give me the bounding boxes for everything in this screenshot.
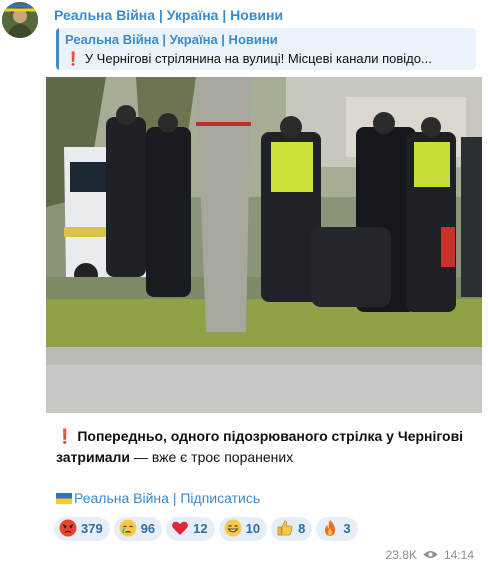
reaction-grinning[interactable]: 10 <box>218 517 268 541</box>
reaction-angry[interactable]: 379 <box>54 517 110 541</box>
thumbs-up-icon <box>277 520 293 536</box>
reply-text: ❗ У Чернігові стрілянина на вулиці! Місц… <box>65 51 471 67</box>
reaction-count: 379 <box>81 521 103 536</box>
channel-avatar[interactable] <box>2 2 38 38</box>
post-text: ❗ Попередньо, одного підозрюваного стріл… <box>56 426 466 468</box>
message-time: 14:14 <box>443 548 474 562</box>
heart-icon <box>172 521 189 535</box>
message-bubble: Реальна Війна | Україна | Новини Реальна… <box>46 0 482 566</box>
reaction-crying[interactable]: 96 <box>113 517 163 541</box>
reaction-count: 96 <box>140 521 156 536</box>
grinning-face-icon <box>224 519 242 537</box>
eye-icon <box>423 551 438 558</box>
reactions-bar: 379 96 12 10 8 3 <box>54 517 362 543</box>
view-count: 23.8K <box>385 548 417 562</box>
exclamation-icon: ❗ <box>65 51 82 66</box>
ukraine-flag-icon <box>56 493 72 504</box>
soldier-avatar-icon <box>2 2 38 38</box>
reply-snippet: У Чернігові стрілянина на вулиці! Місцев… <box>84 51 432 66</box>
angry-face-icon <box>59 519 77 537</box>
post-photo[interactable] <box>46 77 482 413</box>
police-scene-photo <box>46 77 482 413</box>
reaction-count: 12 <box>193 521 208 536</box>
post-text-rest: — вже є троє поранених <box>130 449 294 465</box>
exclamation-icon: ❗ <box>56 428 74 444</box>
message-meta: 23.8K 14:14 <box>386 548 474 562</box>
reply-channel-name: Реальна Війна | Україна | Новини <box>65 32 278 47</box>
crying-face-icon <box>119 519 137 537</box>
subscribe-link[interactable]: Реальна Війна | Підписатись <box>56 490 260 506</box>
subscribe-text: Реальна Війна | Підписатись <box>74 490 261 506</box>
reaction-fire[interactable]: 3 <box>316 517 358 541</box>
reaction-count: 10 <box>245 521 261 536</box>
reaction-thumbs-up[interactable]: 8 <box>271 517 313 541</box>
reaction-count: 3 <box>343 521 351 536</box>
reaction-heart[interactable]: 12 <box>166 517 215 541</box>
fire-icon <box>325 520 336 536</box>
reply-accent-bar <box>56 28 59 70</box>
channel-name[interactable]: Реальна Війна | Україна | Новини <box>54 7 283 23</box>
reply-preview[interactable]: Реальна Війна | Україна | Новини ❗ У Чер… <box>56 28 476 70</box>
reaction-count: 8 <box>298 521 306 536</box>
